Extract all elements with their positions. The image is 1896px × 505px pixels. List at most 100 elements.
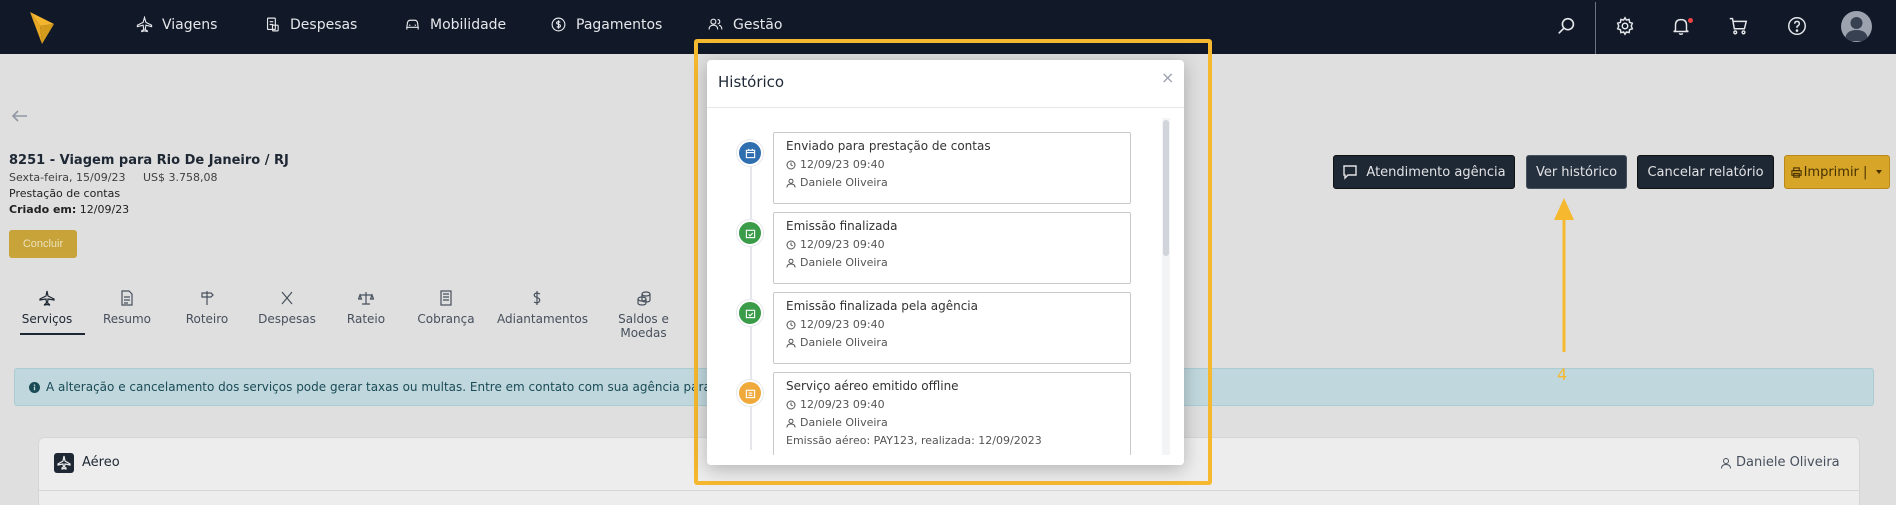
annotation-number: 4 — [1557, 365, 1568, 384]
nav-item-despesas[interactable]: Despesas — [264, 16, 357, 33]
printer-icon — [1790, 166, 1802, 178]
gear-icon[interactable] — [1614, 15, 1636, 37]
info-icon — [29, 381, 40, 393]
tab-label: Cobrança — [417, 312, 475, 326]
modal-title: Histórico — [718, 73, 785, 91]
user-icon — [786, 178, 796, 188]
tab-cobranca[interactable]: Cobrança — [406, 287, 486, 326]
coins-icon — [636, 291, 651, 306]
timeline-dot — [737, 380, 763, 406]
timeline-item: Emissão finalizada 12/09/23 09:40 Daniel… — [773, 212, 1131, 284]
nav-item-mobilidade[interactable]: Mobilidade — [404, 16, 506, 33]
report-status: Prestação de contas — [9, 187, 121, 200]
plane-icon — [39, 290, 55, 306]
tab-label: Rateio — [346, 312, 386, 326]
tab-roteiro[interactable]: Roteiro — [167, 287, 247, 326]
brand-logo-icon[interactable] — [28, 10, 56, 46]
event-extra: Emissão aéreo: PAY123, realizada: 12/09/… — [786, 434, 1042, 447]
back-arrow-icon[interactable] — [10, 106, 30, 126]
tab-label: Saldos e Moedas — [618, 312, 669, 340]
tab-servicos[interactable]: Serviços — [7, 287, 87, 326]
timeline-dot — [737, 140, 763, 166]
created-label: Criado em: — [9, 203, 77, 216]
nav-label: Pagamentos — [576, 16, 663, 33]
tab-label: Resumo — [102, 312, 152, 326]
nav-label: Despesas — [290, 16, 358, 33]
conclude-button[interactable]: Concluir — [9, 230, 77, 258]
event-time: 12/09/23 09:40 — [786, 398, 1118, 411]
user-icon — [786, 338, 796, 348]
tab-despesas[interactable]: Despesas — [247, 287, 327, 326]
nav-item-viagens[interactable]: Viagens — [136, 16, 217, 33]
tab-adiantamentos[interactable]: Adiantamentos — [497, 287, 588, 326]
tab-label: Despesas — [258, 312, 316, 326]
signpost-icon — [201, 291, 214, 305]
event-user-name: Daniele Oliveira — [800, 336, 888, 349]
event-user: Daniele Oliveira — [786, 176, 1118, 189]
tab-resumo[interactable]: Resumo — [87, 287, 167, 326]
timeline-item: Serviço aéreo emitido offline 12/09/23 0… — [773, 372, 1131, 462]
event-user: Daniele Oliveira — [786, 336, 1118, 349]
report-created: Criado em: 12/09/23 — [9, 203, 129, 216]
scale-icon — [358, 292, 374, 305]
tab-saldos-moedas[interactable]: Saldos e Moedas — [596, 287, 691, 340]
chat-bubble-icon — [1343, 165, 1358, 180]
tab-label: Roteiro — [185, 312, 229, 326]
event-user: Daniele Oliveira — [786, 416, 1118, 429]
event-title: Enviado para prestação de contas — [786, 139, 991, 153]
users-icon — [708, 18, 723, 30]
timeline-dot — [737, 220, 763, 246]
event-time: 12/09/23 09:40 — [786, 158, 1118, 171]
agency-support-label: Atendimento agência — [1366, 164, 1506, 180]
event-time-value: 12/09/23 09:40 — [800, 398, 885, 411]
nav-label: Viagens — [162, 16, 218, 33]
print-label: Imprimir | — [1803, 164, 1868, 180]
cancel-report-label: Cancelar relatório — [1647, 164, 1764, 180]
timeline-item: Emissão finalizada pela agência 12/09/23… — [773, 292, 1131, 364]
dollar-circle-icon — [551, 17, 566, 32]
agency-support-button[interactable]: Atendimento agência — [1333, 155, 1515, 189]
help-icon[interactable] — [1786, 15, 1808, 37]
nav-label: Gestão — [733, 16, 783, 33]
search-icon[interactable] — [1556, 15, 1578, 37]
card-divider — [38, 490, 1860, 491]
clock-icon — [786, 240, 796, 249]
event-title: Emissão finalizada — [786, 219, 898, 233]
clock-icon — [786, 400, 796, 409]
modal-header: Histórico × — [707, 60, 1184, 108]
report-date: Sexta-feira, 15/09/23 — [9, 171, 126, 184]
cancel-report-button[interactable]: Cancelar relatório — [1637, 155, 1774, 189]
nav-item-gestao[interactable]: Gestão — [707, 16, 782, 33]
utensils-icon — [281, 291, 293, 305]
card-user: Daniele Oliveira — [1720, 455, 1840, 470]
user-icon — [786, 258, 796, 268]
close-icon[interactable]: × — [1161, 68, 1174, 87]
annotation-arrow-icon — [1554, 198, 1574, 352]
event-user-name: Daniele Oliveira — [800, 176, 888, 189]
user-icon — [786, 418, 796, 428]
dollar-icon — [533, 291, 541, 305]
avatar[interactable] — [1841, 11, 1872, 42]
calendar-check-icon — [745, 309, 755, 318]
receipt-icon — [266, 17, 279, 32]
view-history-button[interactable]: Ver histórico — [1526, 155, 1627, 189]
nav-item-pagamentos[interactable]: Pagamentos — [550, 16, 662, 33]
active-tab-indicator — [20, 333, 85, 335]
nav-label: Mobilidade — [430, 16, 507, 33]
cart-icon[interactable] — [1727, 15, 1749, 37]
event-time: 12/09/23 09:40 — [786, 238, 1118, 251]
card-user-name: Daniele Oliveira — [1736, 455, 1840, 470]
document-icon — [121, 290, 133, 306]
modal-scrollbar-thumb[interactable] — [1163, 120, 1169, 256]
event-user-name: Daniele Oliveira — [800, 256, 888, 269]
card-title: Aéreo — [82, 455, 120, 470]
event-time-value: 12/09/23 09:40 — [800, 318, 885, 331]
report-amount: US$ 3.758,08 — [143, 171, 218, 184]
tab-rateio[interactable]: Rateio — [326, 287, 406, 326]
view-history-label: Ver histórico — [1535, 164, 1618, 180]
calendar-icon — [745, 389, 755, 398]
print-button[interactable]: Imprimir | — [1784, 155, 1890, 189]
report-title: 8251 - Viagem para Rio De Janeiro / RJ — [9, 153, 289, 168]
created-value: 12/09/23 — [79, 203, 130, 216]
event-title: Serviço aéreo emitido offline — [786, 379, 959, 393]
